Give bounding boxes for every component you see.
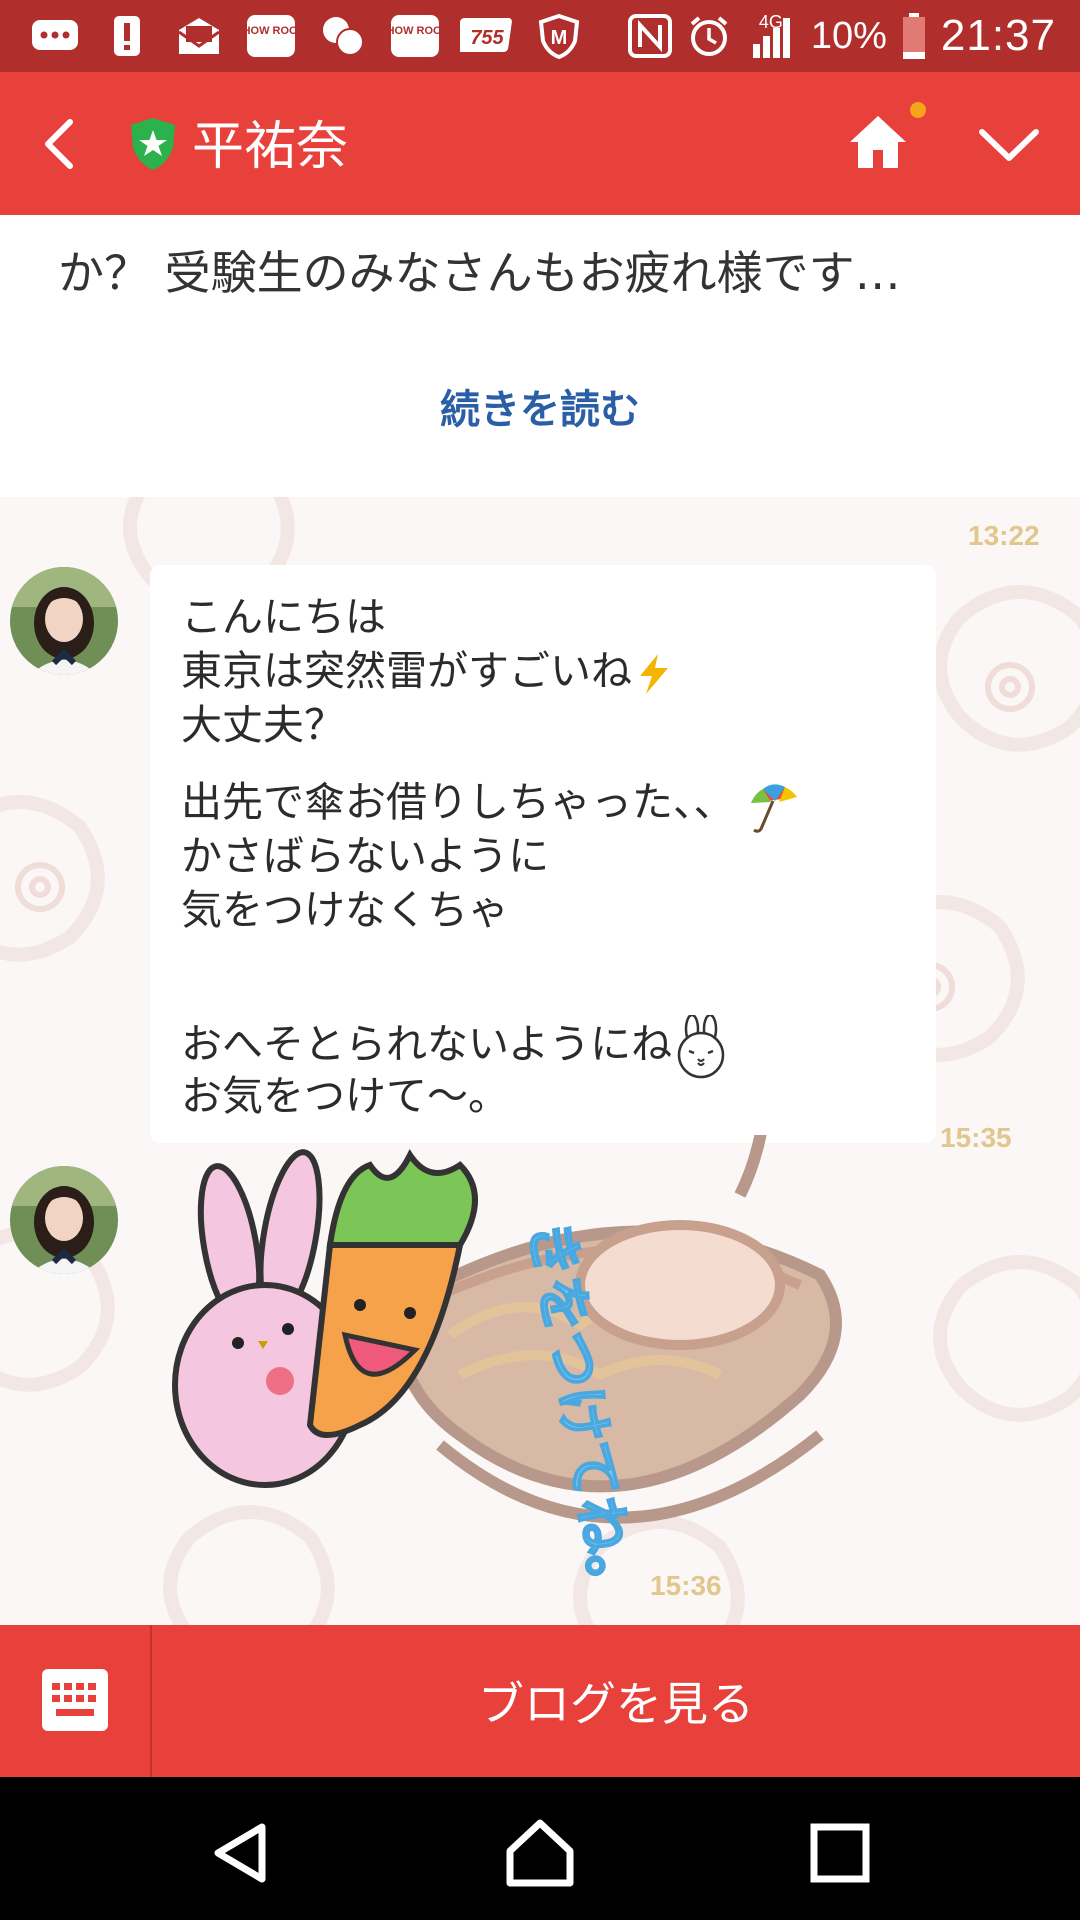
- message-line: かさばらないように: [181, 832, 550, 880]
- shield-icon: M: [530, 11, 588, 61]
- message-line: おへそとられないようにね: [181, 1020, 673, 1068]
- home-nav-icon[interactable]: [500, 1813, 580, 1893]
- bunny-emoji-icon: [677, 1015, 725, 1079]
- status-bar: SHOW ROOM SHOW ROOM 755 M 4G 10% 21:37: [0, 0, 1080, 72]
- alarm-icon: [690, 16, 728, 56]
- verified-shield-icon: [131, 118, 175, 170]
- chevron-down-icon[interactable]: [976, 122, 1042, 166]
- page-title: 平祐奈: [192, 117, 349, 177]
- message-line: 出先で傘お借りしちゃった、、: [181, 778, 735, 826]
- message-icon: [26, 11, 84, 61]
- svg-text:M: M: [551, 27, 568, 49]
- system-nav-bar: [0, 1777, 1080, 1920]
- umbrella-emoji-icon: [750, 784, 797, 833]
- read-more-link[interactable]: 続きを読む: [0, 377, 1080, 435]
- app-header: 平祐奈: [0, 72, 1080, 215]
- message-line: 東京は突然雷がすごいね: [181, 647, 632, 695]
- home-icon[interactable]: [846, 110, 910, 174]
- timestamp: 13:22: [968, 520, 1040, 551]
- avatar-photo: [10, 1166, 118, 1274]
- avatar-photo: [10, 567, 118, 675]
- clock: 21:37: [940, 11, 1056, 60]
- signal-icon: [752, 18, 790, 58]
- avatar[interactable]: [10, 1166, 118, 1274]
- battery-icon: [902, 13, 925, 59]
- back-icon[interactable]: [36, 114, 86, 174]
- avatar[interactable]: [10, 567, 118, 675]
- notification-dot: [910, 102, 926, 118]
- showroom-label: SHOW ROOM: [390, 25, 440, 37]
- chat-icon: [314, 11, 372, 61]
- showroom-icon: SHOW ROOM: [242, 11, 300, 61]
- back-nav-icon[interactable]: [202, 1813, 282, 1893]
- message-line: お気をつけて〜。: [181, 1072, 509, 1120]
- message-line: 気をつけなくちゃ: [181, 886, 509, 934]
- alert-icon: [98, 11, 156, 61]
- lightning-emoji-icon: [640, 654, 668, 694]
- mail-icon: [170, 11, 228, 61]
- 755-icon: 755: [458, 11, 516, 61]
- rabbit-carrot-ramen-sticker[interactable]: きをつけてね。: [160, 1135, 1020, 1595]
- showroom-label: SHOW ROOM: [246, 25, 296, 37]
- app-755-label: 755: [470, 27, 504, 49]
- message-feed[interactable]: か？ 受験生のみなさんもお疲れ様です… 続きを読む 13:22 こんにちは 東京…: [0, 215, 1080, 1625]
- battery-percent: 10%: [810, 14, 887, 57]
- blog-preview-text: か？ 受験生のみなさんもお疲れ様です…: [58, 246, 901, 300]
- signal-indicator: 4G: [745, 10, 797, 62]
- keyboard-icon: [42, 1669, 108, 1731]
- showroom-icon: SHOW ROOM: [386, 11, 444, 61]
- timestamp: 15:36: [650, 1570, 722, 1601]
- status-right: 4G 10% 21:37: [627, 8, 1056, 64]
- recents-nav-icon[interactable]: [800, 1813, 880, 1893]
- message-line: こんにちは: [181, 593, 386, 641]
- view-blog-button[interactable]: ブログを見る: [152, 1625, 1080, 1777]
- bottom-action-bar: ブログを見る: [0, 1625, 1080, 1777]
- message-line-with-emoji: 東京は突然雷がすごいね: [181, 644, 676, 698]
- message-line-with-emoji: 出先で傘お借りしちゃった、、: [181, 775, 801, 835]
- message-line: 大丈夫？: [181, 701, 345, 749]
- notification-icons: SHOW ROOM SHOW ROOM 755 M: [26, 10, 588, 62]
- nfc-icon: [627, 14, 672, 58]
- keyboard-button[interactable]: [0, 1625, 152, 1777]
